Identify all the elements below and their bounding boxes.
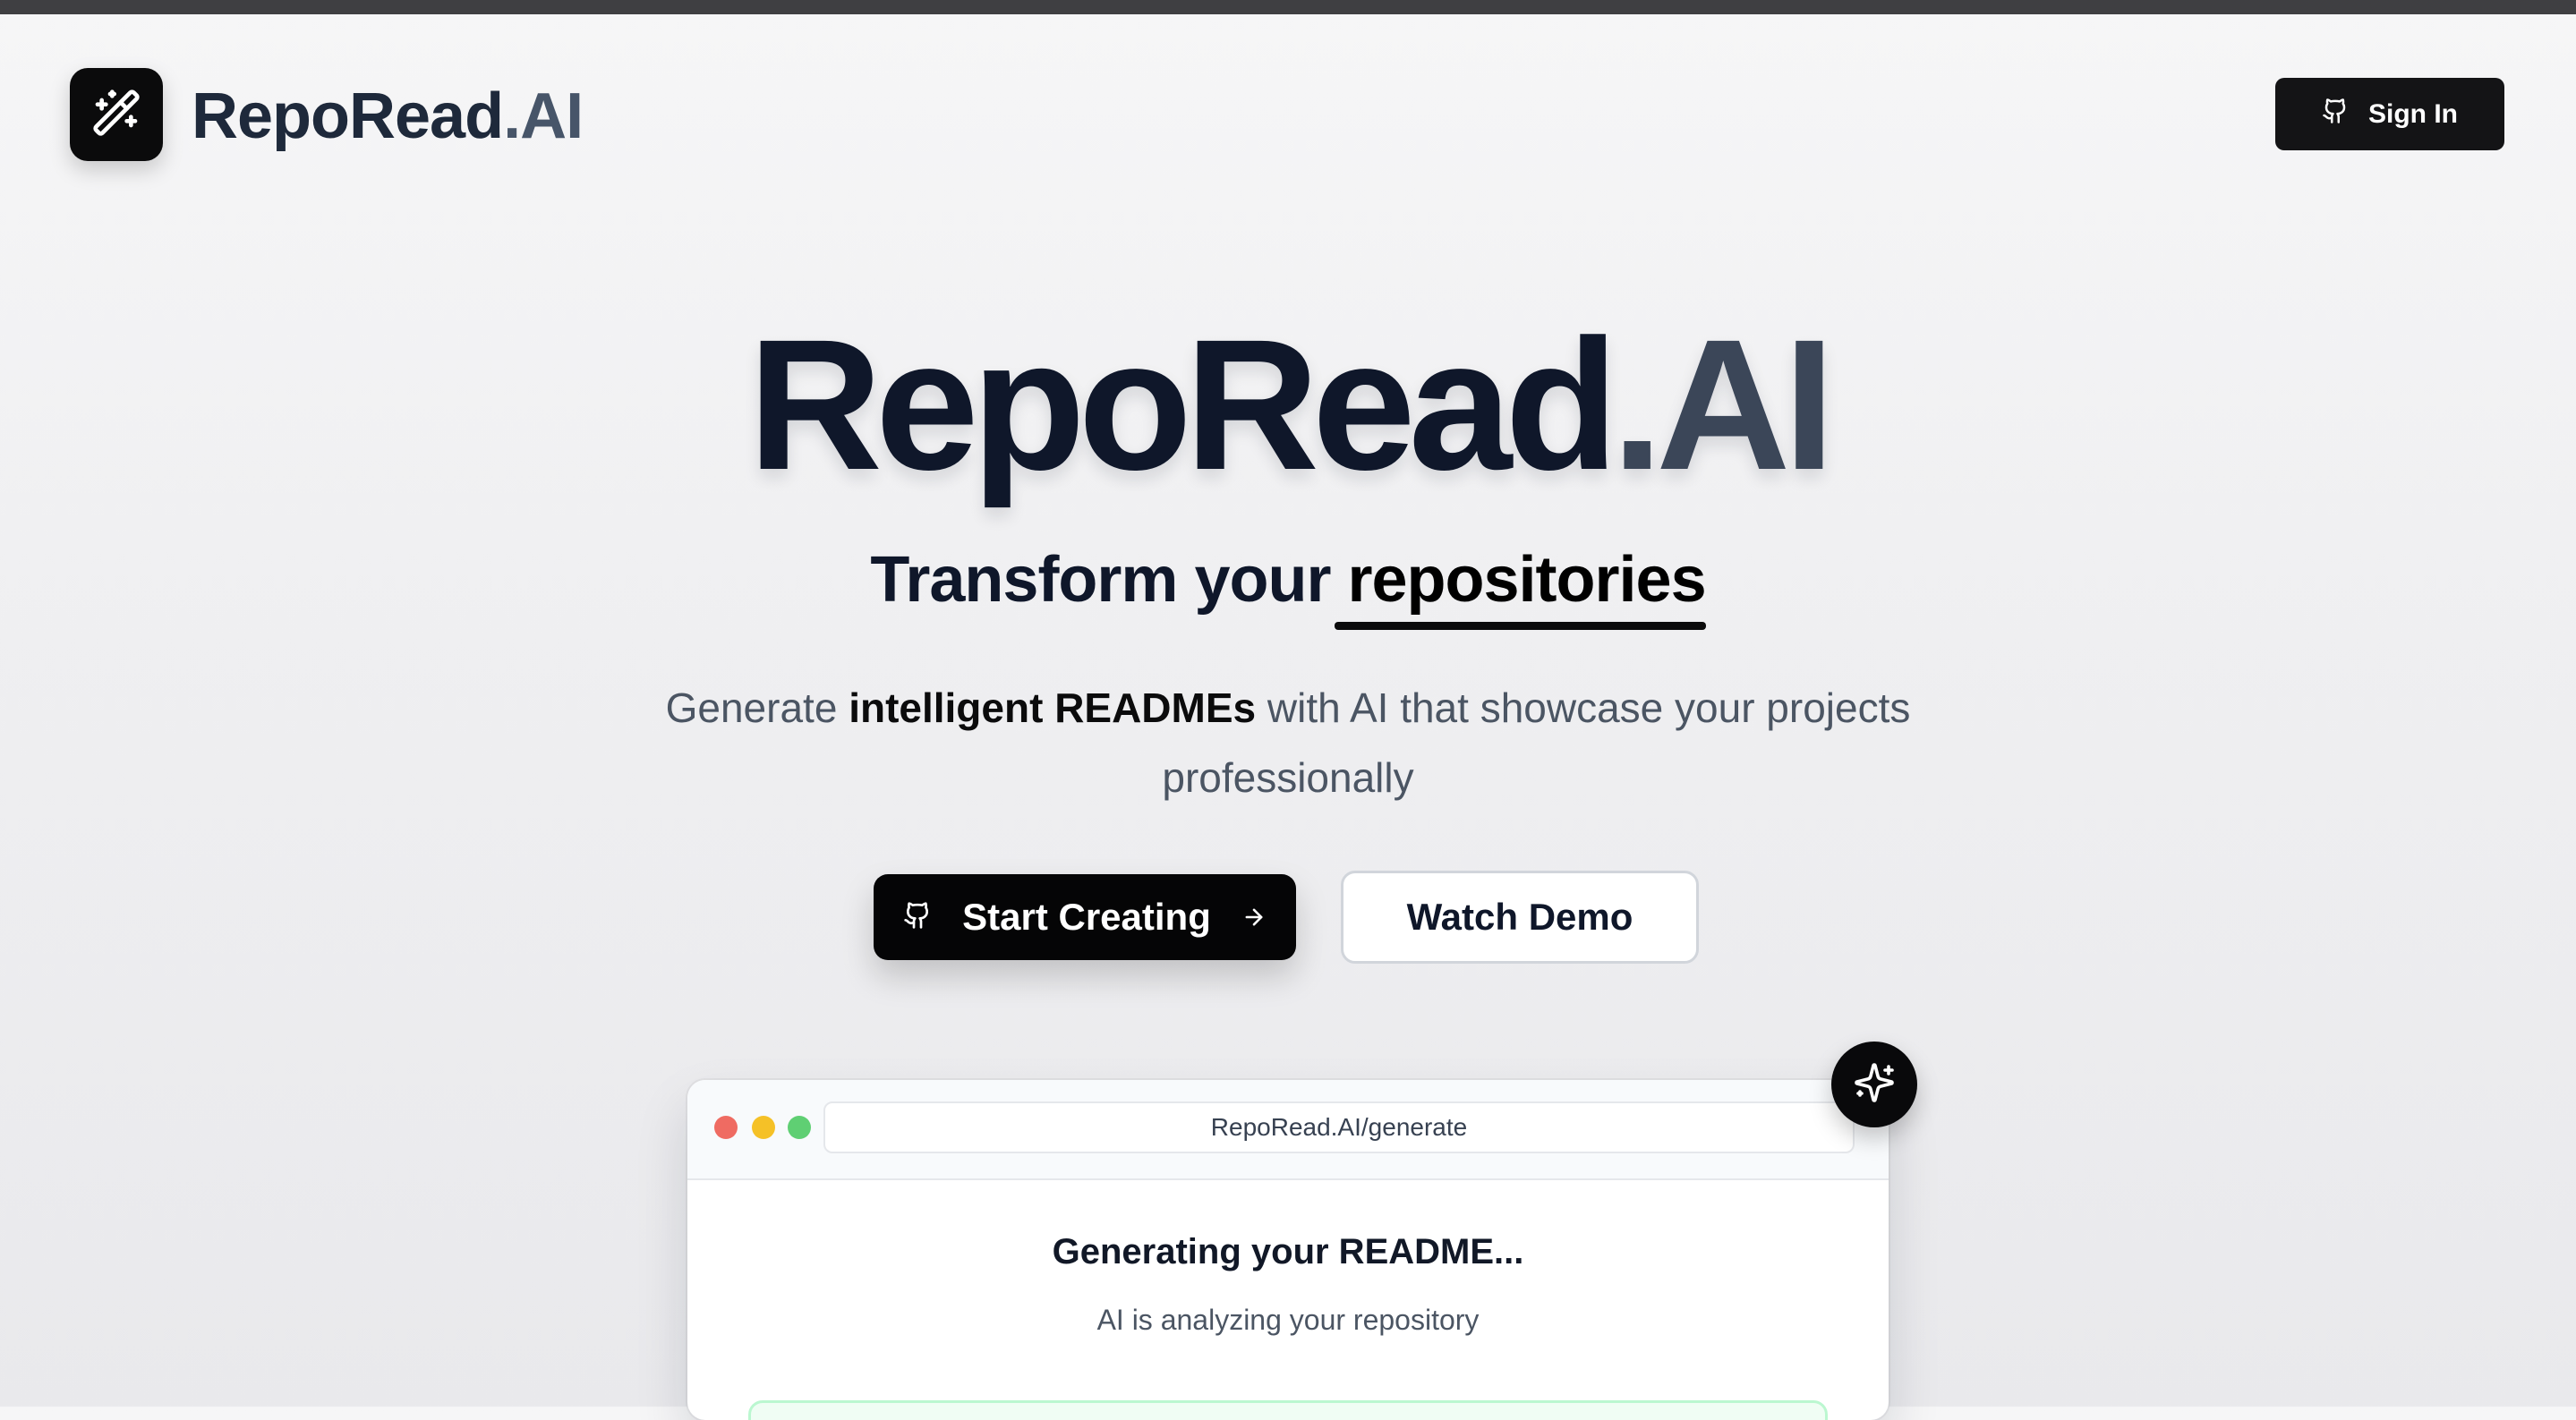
window-minimize-dot	[752, 1116, 775, 1139]
brand-name[interactable]: RepoRead.AI	[192, 73, 584, 159]
hero-tagline: Transform your repositories	[0, 537, 2576, 630]
window-close-dot	[714, 1116, 738, 1139]
brand-name-suffix: .AI	[503, 81, 584, 152]
browser-mockup: RepoRead.AI/generate Generating your REA…	[687, 1080, 1889, 1420]
tagline-highlight: repositories	[1335, 537, 1707, 630]
tagline-prefix: Transform your	[870, 544, 1348, 616]
sign-in-label: Sign In	[2368, 98, 2458, 129]
logo[interactable]	[70, 68, 163, 161]
start-creating-label: Start Creating	[962, 896, 1211, 938]
sparkles-badge[interactable]	[1831, 1042, 1917, 1127]
window-maximize-dot	[788, 1116, 811, 1139]
hero-title: RepoRead.AI	[0, 302, 2576, 508]
start-creating-button[interactable]: Start Creating	[874, 874, 1296, 960]
generating-title: Generating your README...	[1052, 1232, 1524, 1271]
brand-name-main: RepoRead	[192, 81, 504, 152]
github-icon	[2322, 98, 2349, 132]
subtitle-prefix: Generate	[665, 684, 849, 731]
arrow-right-icon	[1241, 896, 1267, 939]
browser-toolbar: RepoRead.AI/generate	[687, 1080, 1889, 1180]
hero-subtitle: Generate intelligent READMEs with AI tha…	[627, 673, 1949, 812]
hero-title-main: RepoRead	[747, 302, 1619, 509]
sign-in-button[interactable]: Sign In	[2275, 78, 2504, 150]
magic-wand-icon	[91, 88, 141, 142]
hero-title-suffix: .AI	[1611, 302, 1835, 509]
progress-card	[748, 1400, 1828, 1420]
subtitle-bold: intelligent READMEs	[849, 684, 1257, 731]
generating-subtitle: AI is analyzing your repository	[1096, 1304, 1480, 1336]
watch-demo-button[interactable]: Watch Demo	[1341, 871, 1699, 964]
address-bar: RepoRead.AI/generate	[823, 1101, 1855, 1153]
window-top-bar	[0, 0, 2576, 14]
github-icon	[903, 896, 932, 939]
sparkles-icon	[1853, 1061, 1896, 1109]
subtitle-suffix: with AI that showcase your projects prof…	[1162, 684, 1911, 801]
watch-demo-label: Watch Demo	[1406, 896, 1633, 938]
